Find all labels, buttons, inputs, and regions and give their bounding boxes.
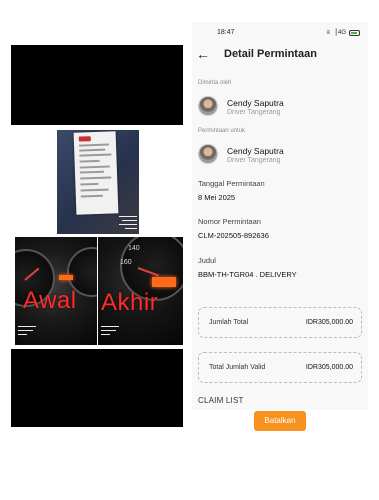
number-label: Nomor Permintaan	[198, 217, 261, 226]
redacted-image-bottom	[11, 349, 183, 427]
requested-by-role: Driver Tangerang	[227, 109, 281, 116]
app-header: ← Detail Permintaan	[192, 42, 368, 69]
photo-timestamp: ▬▬▬▬▬▬ ▬▬▬▬▬ ▬▬▬	[101, 324, 119, 336]
requested-by-name: Cendy Saputra	[227, 98, 284, 108]
redacted-image-top	[11, 45, 183, 125]
avatar	[198, 144, 218, 164]
total-amount-card: Jumlah Total IDR305,000.00	[198, 307, 362, 338]
valid-amount-card: Total Jumlah Valid IDR305,000.00	[198, 352, 362, 383]
cancel-button[interactable]: Batalkan	[254, 411, 306, 431]
subject-value: BBM-TH-TGR04 . DELIVERY	[198, 270, 297, 279]
odometer-end-photo: 140 160 ▬▬▬▬▬▬ ▬▬▬▬▬ ▬▬▬ Akhir	[98, 237, 183, 345]
requested-by-person: Cendy Saputra Driver Tangerang	[198, 96, 358, 120]
requested-for-name: Cendy Saputra	[227, 146, 284, 156]
status-bar: 18:47 ≡ ▕ 4G	[192, 22, 368, 42]
receipt-paper	[73, 131, 119, 215]
akhir-overlay-label: Akhir	[101, 289, 159, 316]
valid-amount-label: Total Jumlah Valid	[209, 364, 266, 371]
date-label: Tanggal Permintaan	[198, 179, 265, 188]
avatar	[198, 96, 218, 116]
date-value: 8 Mei 2025	[198, 193, 236, 202]
photo-timestamp: ▬▬▬▬▬▬ ▬▬▬▬▬ ▬▬▬	[18, 324, 36, 336]
status-time: 18:47	[217, 29, 235, 36]
subject-label: Judul	[198, 256, 216, 265]
total-amount-value: IDR305,000.00	[305, 319, 353, 326]
receipt-photo: ▬▬▬▬▬▬ ▬▬▬▬▬ ▬▬▬▬▬▬ ▬▬▬▬	[57, 130, 139, 234]
back-button[interactable]: ←	[194, 45, 212, 63]
signal-icon: ≡ ▕ 4G	[326, 30, 346, 36]
photo-timestamp: ▬▬▬▬▬▬ ▬▬▬▬▬ ▬▬▬▬▬▬ ▬▬▬▬	[119, 214, 137, 230]
requested-for-role: Driver Tangerang	[227, 157, 281, 164]
total-amount-label: Jumlah Total	[209, 319, 249, 326]
requested-for-person: Cendy Saputra Driver Tangerang	[198, 144, 358, 168]
status-icons: ≡ ▕ 4G	[327, 29, 360, 36]
odometer-start-photo: ▬▬▬▬▬▬ ▬▬▬▬▬ ▬▬▬ Awal	[15, 237, 97, 345]
claim-list-title: CLAIM LIST	[198, 396, 244, 405]
number-value: CLM-202505-892636	[198, 231, 269, 240]
valid-amount-value: IDR305,000.00	[305, 364, 353, 371]
phone-screen: 18:47 ≡ ▕ 4G ← Detail Permintaan Diminta…	[192, 22, 368, 410]
page-title: Detail Permintaan	[224, 48, 317, 60]
awal-overlay-label: Awal	[23, 287, 77, 314]
requested-for-label: Permintaan untuk	[198, 128, 246, 134]
requested-by-label: Diminta oleh	[198, 80, 232, 86]
battery-icon	[349, 29, 360, 36]
arrow-left-icon: ←	[196, 46, 210, 62]
